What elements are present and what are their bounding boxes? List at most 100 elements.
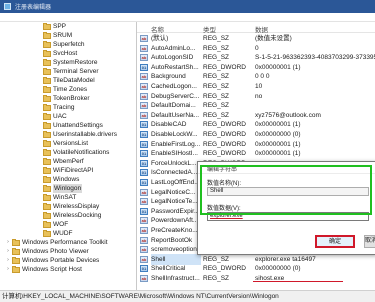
tree-item-label: WbemPerf: [53, 158, 84, 165]
folder-icon: [43, 211, 51, 219]
tree-item-label: TokenBroker: [53, 95, 90, 102]
tree-item[interactable]: SPP: [36, 22, 66, 31]
tree-item-label: Winlogon: [53, 184, 83, 193]
folder-icon: [12, 238, 20, 246]
folder-icon: [43, 193, 51, 201]
folder-icon: [43, 94, 51, 102]
string-value-icon: ab: [140, 246, 148, 254]
tree-item[interactable]: › Windows Script Host: [5, 265, 82, 274]
tree-item-label: UnattendSettings: [53, 122, 103, 129]
tree-item-label: Terminal Server: [53, 68, 99, 75]
tree-item-label: Windows Performance Toolkit: [22, 239, 108, 246]
tree-item[interactable]: SvcHost: [36, 49, 77, 58]
folder-icon: [43, 112, 51, 120]
tree-item[interactable]: WinSAT: [36, 193, 76, 202]
tree-item[interactable]: Time Zones: [36, 85, 87, 94]
tree-item-label: Superfetch: [53, 41, 85, 48]
tree-item-label: Windows Script Host: [22, 266, 82, 273]
tree-item-label: WinSAT: [53, 194, 77, 201]
tree-item[interactable]: VersionsList: [36, 139, 88, 148]
folder-icon: [43, 175, 51, 183]
tree-item[interactable]: Winlogon: [36, 184, 83, 193]
value-data: sihost.exe: [255, 275, 285, 282]
binary-value-icon: 01: [140, 265, 148, 273]
tree-item[interactable]: VolatileNotifications: [36, 148, 109, 157]
string-value-icon: ab: [140, 198, 148, 206]
tree-item-label: WOF: [53, 221, 69, 228]
expand-arrow-icon[interactable]: ›: [5, 256, 11, 265]
tree-item[interactable]: UnattendSettings: [36, 121, 103, 130]
folder-icon: [43, 139, 51, 147]
folder-icon: [43, 148, 51, 156]
folder-icon: [43, 67, 51, 75]
folder-icon: [43, 130, 51, 138]
tree-item-label: VersionsList: [53, 140, 89, 147]
tree-item[interactable]: Userinstallable.drivers: [36, 130, 117, 139]
tree-item-label: SPP: [53, 23, 67, 30]
string-value-icon: ab: [140, 188, 148, 196]
folder-icon: [43, 220, 51, 228]
tree-item[interactable]: WUDF: [36, 229, 73, 238]
folder-icon: [43, 58, 51, 66]
tree-item[interactable]: WOF: [36, 220, 68, 229]
tree-item[interactable]: WirelessDisplay: [36, 202, 99, 211]
tree-item[interactable]: › Windows Portable Devices: [5, 256, 99, 265]
folder-icon: [43, 202, 51, 210]
tree-item-label: WirelessDisplay: [53, 203, 100, 210]
folder-icon: [12, 247, 20, 255]
tree-item-label: Time Zones: [53, 86, 88, 93]
string-value-icon: ab: [140, 255, 148, 263]
registry-tree[interactable]: SPP SRUM Superfetch SvcHost SystemRestore Ter…: [0, 22, 137, 290]
string-value-icon: ab: [140, 35, 148, 42]
tree-item[interactable]: › Windows Photo Viewer: [5, 247, 89, 256]
binary-value-icon: 01: [140, 131, 148, 138]
string-value-icon: ab: [140, 83, 148, 90]
folder-icon: [43, 76, 51, 84]
folder-icon: [43, 121, 51, 129]
expand-arrow-icon[interactable]: ›: [5, 265, 11, 274]
tree-item[interactable]: WbemPerf: [36, 157, 84, 166]
tree-item[interactable]: UAC: [36, 112, 67, 121]
expand-arrow-icon[interactable]: ›: [5, 238, 11, 247]
value-row[interactable]: ab ShellInfrastruct... REG_SZ sihost.exe: [137, 273, 375, 284]
value-data-label: 数值数据(V):: [207, 206, 241, 212]
tree-item[interactable]: Tracing: [36, 103, 74, 112]
tree-item[interactable]: TokenBroker: [36, 94, 90, 103]
string-value-icon: ab: [140, 92, 148, 100]
tree-item-label: WUDF: [53, 230, 73, 237]
tree-item[interactable]: WiFiDirectAPI: [36, 166, 93, 175]
tree-item-label: VolatileNotifications: [53, 149, 110, 156]
binary-value-icon: 01: [140, 150, 148, 158]
tree-item-label: SystemRestore: [53, 59, 98, 66]
folder-icon: [43, 40, 51, 48]
tree-item[interactable]: SystemRestore: [36, 58, 97, 67]
string-value-icon: ab: [140, 236, 148, 244]
tree-item-label: Tracing: [53, 104, 75, 111]
tree-item[interactable]: WirelessDocking: [36, 211, 101, 220]
binary-value-icon: 01: [140, 140, 148, 148]
tree-item-label: WirelessDocking: [53, 212, 102, 219]
value-data-field[interactable]: explorer.exe: [207, 212, 369, 221]
value-name-label: 数值名称(N):: [207, 181, 241, 187]
tree-item[interactable]: SRUM: [36, 31, 72, 40]
title-bar: 注册表编辑器: [0, 0, 375, 13]
binary-value-icon: 01: [140, 63, 148, 71]
value-name-text: Shell: [210, 188, 224, 194]
string-value-icon: ab: [140, 54, 148, 62]
string-value-icon: ab: [140, 275, 148, 282]
tree-item[interactable]: TileDataModel: [36, 76, 95, 85]
dialog-title: 编辑字符串: [207, 167, 238, 173]
binary-value-icon: 01: [140, 121, 148, 129]
tree-item[interactable]: Windows: [36, 175, 79, 184]
window-title: 注册表编辑器: [15, 5, 52, 11]
expand-arrow-icon[interactable]: ›: [5, 247, 11, 256]
tree-item[interactable]: › Windows Performance Toolkit: [5, 238, 108, 247]
string-value-icon: ab: [140, 111, 148, 119]
tree-item[interactable]: Terminal Server: [36, 67, 99, 76]
cancel-button[interactable]: 取消: [364, 235, 375, 248]
tree-item-label: Windows: [53, 176, 80, 183]
edit-string-dialog: 编辑字符串 数值名称(N): Shell 数值数据(V): explorer.e…: [197, 161, 375, 255]
folder-icon: [43, 49, 51, 57]
tree-item[interactable]: Superfetch: [36, 40, 84, 49]
ok-button[interactable]: 确定: [315, 235, 355, 248]
